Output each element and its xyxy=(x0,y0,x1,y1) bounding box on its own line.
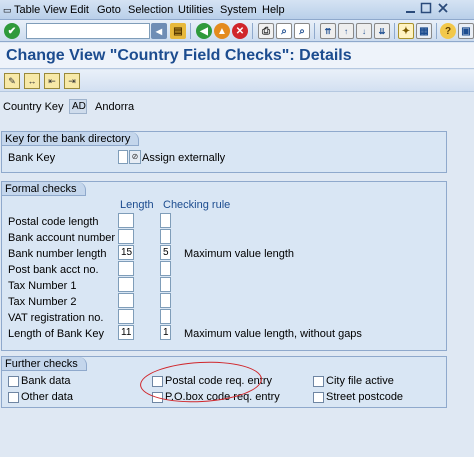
street-postcode-label: Street postcode xyxy=(326,391,404,403)
menu-bar: ▭ Table View Edit Goto Selection Utiliti… xyxy=(0,0,474,20)
vat-registration-length-field[interactable] xyxy=(118,309,134,324)
help-icon[interactable]: ? xyxy=(440,23,456,39)
further-checks-header: Further checks xyxy=(2,357,87,371)
exit-icon[interactable]: ▲ xyxy=(214,23,230,39)
create-session-icon[interactable]: ✦ xyxy=(398,23,414,39)
standard-toolbar: ✔ ◀ ▤ ◀ ▲ ✕ ⎙ ⌕ ⌕ ⇈ ↑ ↓ ⇊ ✦ ▦ ? ▣ xyxy=(0,20,474,42)
bank-number-length-label: Bank number length xyxy=(8,248,107,260)
command-field[interactable] xyxy=(26,23,150,39)
display-change-icon[interactable]: ✎ xyxy=(4,73,20,89)
shortcut-icon[interactable]: ▦ xyxy=(416,23,432,39)
bank-number-rule-field[interactable]: 5 xyxy=(160,245,171,260)
formal-check-row: Bank number length 15 5 Maximum value le… xyxy=(2,245,442,261)
enter-icon[interactable]: ✔ xyxy=(4,23,20,39)
previous-entry-icon[interactable]: ⇤ xyxy=(44,73,60,89)
country-key-field: AD xyxy=(69,99,87,114)
city-file-active-label: City file active xyxy=(326,375,394,387)
close-icon[interactable] xyxy=(437,2,449,17)
page-title: Change View "Country Field Checks": Deta… xyxy=(6,47,352,64)
tax-number-1-rule-field[interactable] xyxy=(160,277,171,292)
menu-help[interactable]: Help xyxy=(262,4,285,16)
maximize-icon[interactable] xyxy=(420,2,432,17)
first-page-icon[interactable]: ⇈ xyxy=(320,23,336,39)
value-help-icon[interactable]: ⊘ xyxy=(129,150,141,164)
bank-number-rule-description: Maximum value length xyxy=(184,248,295,260)
post-bank-acct-label: Post bank acct no. xyxy=(8,264,99,276)
length-of-bank-key-label: Length of Bank Key xyxy=(8,328,105,340)
menu-utilities[interactable]: Utilities xyxy=(178,4,213,16)
street-postcode-checkbox[interactable] xyxy=(313,392,324,403)
formal-check-row: Tax Number 2 xyxy=(2,293,442,309)
menu-table-view[interactable]: Table View xyxy=(14,4,67,16)
post-bank-acct-length-field[interactable] xyxy=(118,261,134,276)
post-bank-acct-rule-field[interactable] xyxy=(160,261,171,276)
checking-rule-column-header: Checking rule xyxy=(163,199,231,211)
tax-number-2-rule-field[interactable] xyxy=(160,293,171,308)
application-toolbar: ✎ ↔ ⇤ ⇥ xyxy=(0,70,474,92)
formal-check-row: Length of Bank Key 11 1 Maximum value le… xyxy=(2,325,442,341)
vat-registration-rule-field[interactable] xyxy=(160,309,171,324)
title-bar: Change View "Country Field Checks": Deta… xyxy=(0,43,474,69)
menu-system[interactable]: System xyxy=(220,4,257,16)
other-data-checkbox[interactable] xyxy=(8,392,19,403)
bank-key-label: Bank Key xyxy=(8,152,56,164)
bank-account-rule-field[interactable] xyxy=(160,229,171,244)
bank-data-checkbox[interactable] xyxy=(8,376,19,387)
cancel-icon[interactable]: ✕ xyxy=(232,23,248,39)
find-next-icon[interactable]: ⌕ xyxy=(294,23,310,39)
country-key-label: Country Key xyxy=(3,101,64,113)
bank-key-length-field[interactable]: 11 xyxy=(118,325,134,340)
next-entry-icon[interactable]: ⇥ xyxy=(64,73,80,89)
last-page-icon[interactable]: ⇊ xyxy=(374,23,390,39)
tax-number-1-length-field[interactable] xyxy=(118,277,134,292)
print-icon[interactable]: ⎙ xyxy=(258,23,274,39)
length-column-header: Length xyxy=(120,199,154,211)
menu-goto[interactable]: Goto xyxy=(97,4,121,16)
bank-key-rule-description: Maximum value length, without gaps xyxy=(184,328,362,340)
menu-edit[interactable]: Edit xyxy=(70,4,89,16)
formal-check-row: Tax Number 1 xyxy=(2,277,442,293)
bank-account-number-label: Bank account number xyxy=(8,232,116,244)
save-icon[interactable]: ▤ xyxy=(170,23,186,39)
formal-check-row: Postal code length xyxy=(2,213,442,229)
bank-directory-header: Key for the bank directory xyxy=(2,132,140,146)
previous-page-icon[interactable]: ↑ xyxy=(338,23,354,39)
formal-check-row: Bank account number xyxy=(2,229,442,245)
formal-check-row: Post bank acct no. xyxy=(2,261,442,277)
postal-code-rule-field[interactable] xyxy=(160,213,171,228)
formal-checks-group: Formal checks Length Checking rule Posta… xyxy=(1,181,447,351)
other-entry-icon[interactable]: ↔ xyxy=(24,73,40,89)
country-name: Andorra xyxy=(95,101,135,113)
minimize-icon[interactable] xyxy=(405,2,417,17)
menu-selection[interactable]: Selection xyxy=(128,4,173,16)
back-icon[interactable]: ◀ xyxy=(196,23,212,39)
bank-key-rule-field[interactable]: 1 xyxy=(160,325,171,340)
formal-check-row: VAT registration no. xyxy=(2,309,442,325)
layout-menu-icon[interactable]: ▣ xyxy=(458,23,474,39)
tax-number-2-label: Tax Number 2 xyxy=(8,296,77,308)
postal-code-length-field[interactable] xyxy=(118,213,134,228)
formal-checks-header: Formal checks xyxy=(2,182,86,196)
tax-number-1-label: Tax Number 1 xyxy=(8,280,77,292)
city-file-active-checkbox[interactable] xyxy=(313,376,324,387)
bank-directory-group: Key for the bank directory Bank Key ⊘ As… xyxy=(1,131,447,173)
bank-key-field[interactable] xyxy=(118,150,128,164)
bank-number-length-field[interactable]: 15 xyxy=(118,245,134,260)
bank-key-value: Assign externally xyxy=(142,152,226,164)
next-page-icon[interactable]: ↓ xyxy=(356,23,372,39)
find-icon[interactable]: ⌕ xyxy=(276,23,292,39)
history-dropdown-icon[interactable]: ◀ xyxy=(151,23,167,39)
tax-number-2-length-field[interactable] xyxy=(118,293,134,308)
window-icon[interactable]: ▭ xyxy=(3,5,12,16)
postal-code-length-label: Postal code length xyxy=(8,216,99,228)
other-data-label: Other data xyxy=(21,391,73,403)
vat-registration-label: VAT registration no. xyxy=(8,312,104,324)
bank-account-length-field[interactable] xyxy=(118,229,134,244)
bank-data-label: Bank data xyxy=(21,375,71,387)
